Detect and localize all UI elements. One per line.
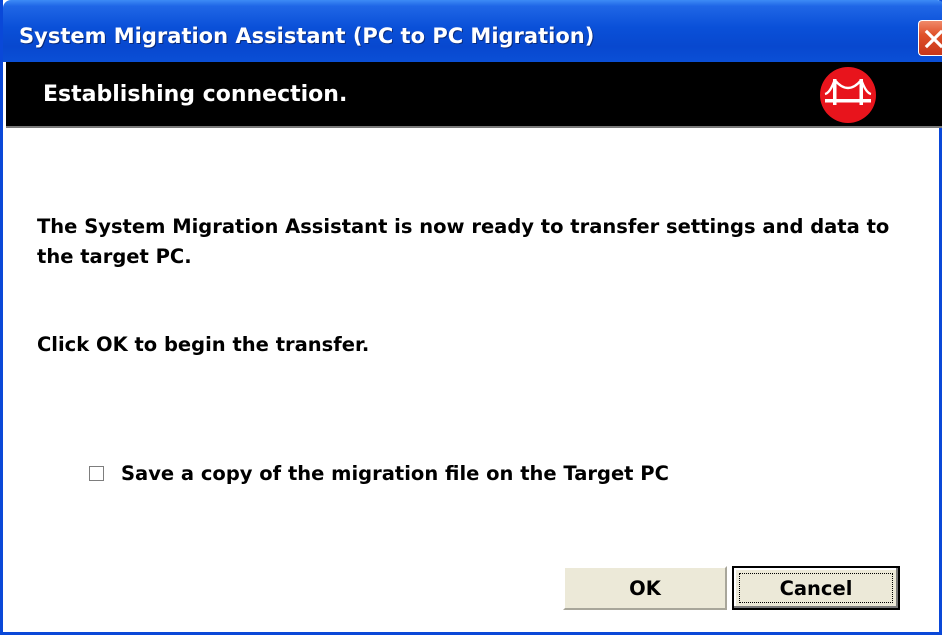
window-title: System Migration Assistant (PC to PC Mig… — [19, 24, 595, 48]
banner-title: Establishing connection. — [43, 82, 348, 107]
save-copy-checkbox[interactable] — [89, 465, 104, 481]
message-body: The System Migration Assistant is now re… — [37, 215, 890, 268]
ok-button[interactable]: OK — [563, 566, 727, 610]
instruction-text: Click OK to begin the transfer. — [37, 333, 370, 356]
title-bar[interactable]: System Migration Assistant (PC to PC Mig… — [3, 0, 942, 62]
migration-dialog: System Migration Assistant (PC to PC Mig… — [0, 0, 942, 635]
focus-ring — [739, 573, 893, 603]
save-copy-option[interactable]: Save a copy of the migration file on the… — [89, 460, 669, 486]
close-icon — [924, 29, 942, 49]
banner-divider — [6, 126, 942, 128]
cancel-button[interactable]: Cancel — [732, 566, 900, 610]
save-copy-label[interactable]: Save a copy of the migration file on the… — [121, 462, 669, 485]
bridge-logo-icon — [820, 67, 876, 123]
message-area: The System Migration Assistant is now re… — [37, 212, 917, 272]
close-button[interactable] — [918, 20, 942, 56]
header-banner: Establishing connection. — [6, 62, 942, 126]
